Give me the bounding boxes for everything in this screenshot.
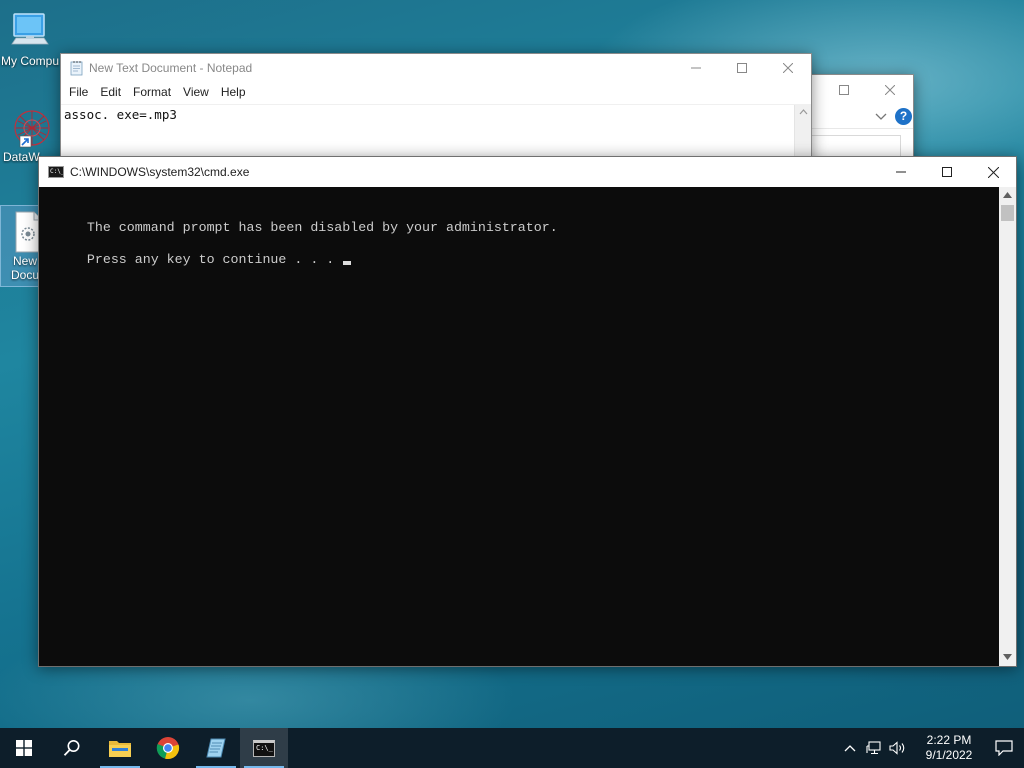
notepad-content[interactable]: assoc. exe=.mp3: [61, 105, 811, 124]
menu-edit[interactable]: Edit: [94, 85, 127, 99]
minimize-icon: [691, 67, 701, 69]
volume-icon: [889, 741, 905, 755]
scroll-up-icon[interactable]: [795, 105, 812, 119]
volume-button[interactable]: [886, 728, 910, 768]
network-button[interactable]: [862, 728, 886, 768]
ribbon-row: ?: [801, 105, 913, 129]
notepad-menubar: File Edit Format View Help: [61, 82, 811, 102]
close-button[interactable]: [970, 157, 1016, 187]
address-bar[interactable]: [811, 135, 901, 157]
cmd-console[interactable]: The command prompt has been disabled by …: [39, 187, 1016, 666]
close-icon: [987, 166, 999, 178]
taskbar: C:\_ 2:22 PM 9/1/2022: [0, 728, 1024, 768]
dataw-icon: [14, 110, 50, 148]
search-icon: [63, 740, 80, 756]
minimize-icon: [896, 171, 906, 173]
notepad-title: New Text Document - Notepad: [89, 61, 253, 75]
taskbar-cmd[interactable]: C:\_: [240, 728, 288, 768]
maximize-button[interactable]: [924, 157, 970, 187]
close-icon: [783, 63, 793, 73]
menu-file[interactable]: File: [63, 85, 94, 99]
cmd-scrollbar[interactable]: [999, 187, 1016, 666]
show-hidden-icons-button[interactable]: [838, 728, 862, 768]
help-icon[interactable]: ?: [895, 108, 912, 125]
start-icon: [16, 740, 32, 756]
menu-format[interactable]: Format: [127, 85, 177, 99]
minimize-button[interactable]: [673, 53, 719, 83]
menu-view[interactable]: View: [177, 85, 215, 99]
taskbar-file-explorer[interactable]: [96, 728, 144, 768]
close-button[interactable]: [867, 75, 913, 105]
start-button[interactable]: [0, 728, 48, 768]
notepad-icon: [206, 738, 226, 758]
console-line: The command prompt has been disabled by …: [39, 204, 558, 235]
notification-icon: [995, 740, 1013, 756]
background-window-titlebar: [801, 75, 913, 105]
taskbar-chrome[interactable]: [144, 728, 192, 768]
cmd-titlebar: C:\_ C:\WINDOWS\system32\cmd.exe: [39, 157, 1016, 187]
clock-time: 2:22 PM: [926, 733, 972, 747]
action-center-button[interactable]: [984, 728, 1024, 768]
close-icon: [885, 85, 895, 95]
maximize-icon: [942, 167, 952, 177]
taskbar-notepad[interactable]: [192, 728, 240, 768]
search-button[interactable]: [48, 728, 96, 768]
chrome-icon: [156, 737, 180, 760]
computer-icon: [11, 13, 49, 45]
network-icon: [866, 741, 881, 755]
notepad-icon: [70, 61, 83, 76]
maximize-icon: [839, 85, 849, 95]
desktop-icon-my-computer[interactable]: My Compu: [0, 8, 60, 78]
menu-help[interactable]: Help: [215, 85, 252, 99]
console-message: The command prompt has been disabled by …: [86, 220, 558, 235]
cmd-title: C:\WINDOWS\system32\cmd.exe: [70, 165, 250, 179]
file-explorer-icon: [109, 741, 131, 757]
text-cursor: [343, 261, 352, 265]
scroll-up-icon[interactable]: [999, 187, 1016, 204]
background-window[interactable]: ?: [800, 74, 914, 166]
system-tray: 2:22 PM 9/1/2022: [838, 728, 1024, 768]
clock[interactable]: 2:22 PM 9/1/2022: [918, 733, 980, 763]
chevron-up-icon: [844, 745, 856, 752]
chevron-down-icon[interactable]: [875, 113, 887, 121]
notepad-titlebar: New Text Document - Notepad: [61, 54, 811, 82]
scroll-down-icon[interactable]: [999, 649, 1016, 666]
scroll-thumb[interactable]: [1001, 205, 1014, 221]
maximize-button[interactable]: [719, 53, 765, 83]
maximize-icon: [737, 63, 747, 73]
close-button[interactable]: [765, 53, 811, 83]
console-line: Press any key to continue . . .: [39, 236, 352, 267]
console-prompt: Press any key to continue . . .: [86, 252, 343, 267]
cmd-window[interactable]: C:\_ C:\WINDOWS\system32\cmd.exe The com…: [38, 156, 1017, 667]
maximize-button[interactable]: [821, 75, 867, 105]
cmd-icon: C:\_: [253, 739, 275, 757]
desktop-icon-label: My Compu: [0, 54, 59, 68]
minimize-button[interactable]: [878, 157, 924, 187]
cmd-icon: C:\_: [48, 166, 64, 178]
clock-date: 9/1/2022: [925, 748, 973, 762]
